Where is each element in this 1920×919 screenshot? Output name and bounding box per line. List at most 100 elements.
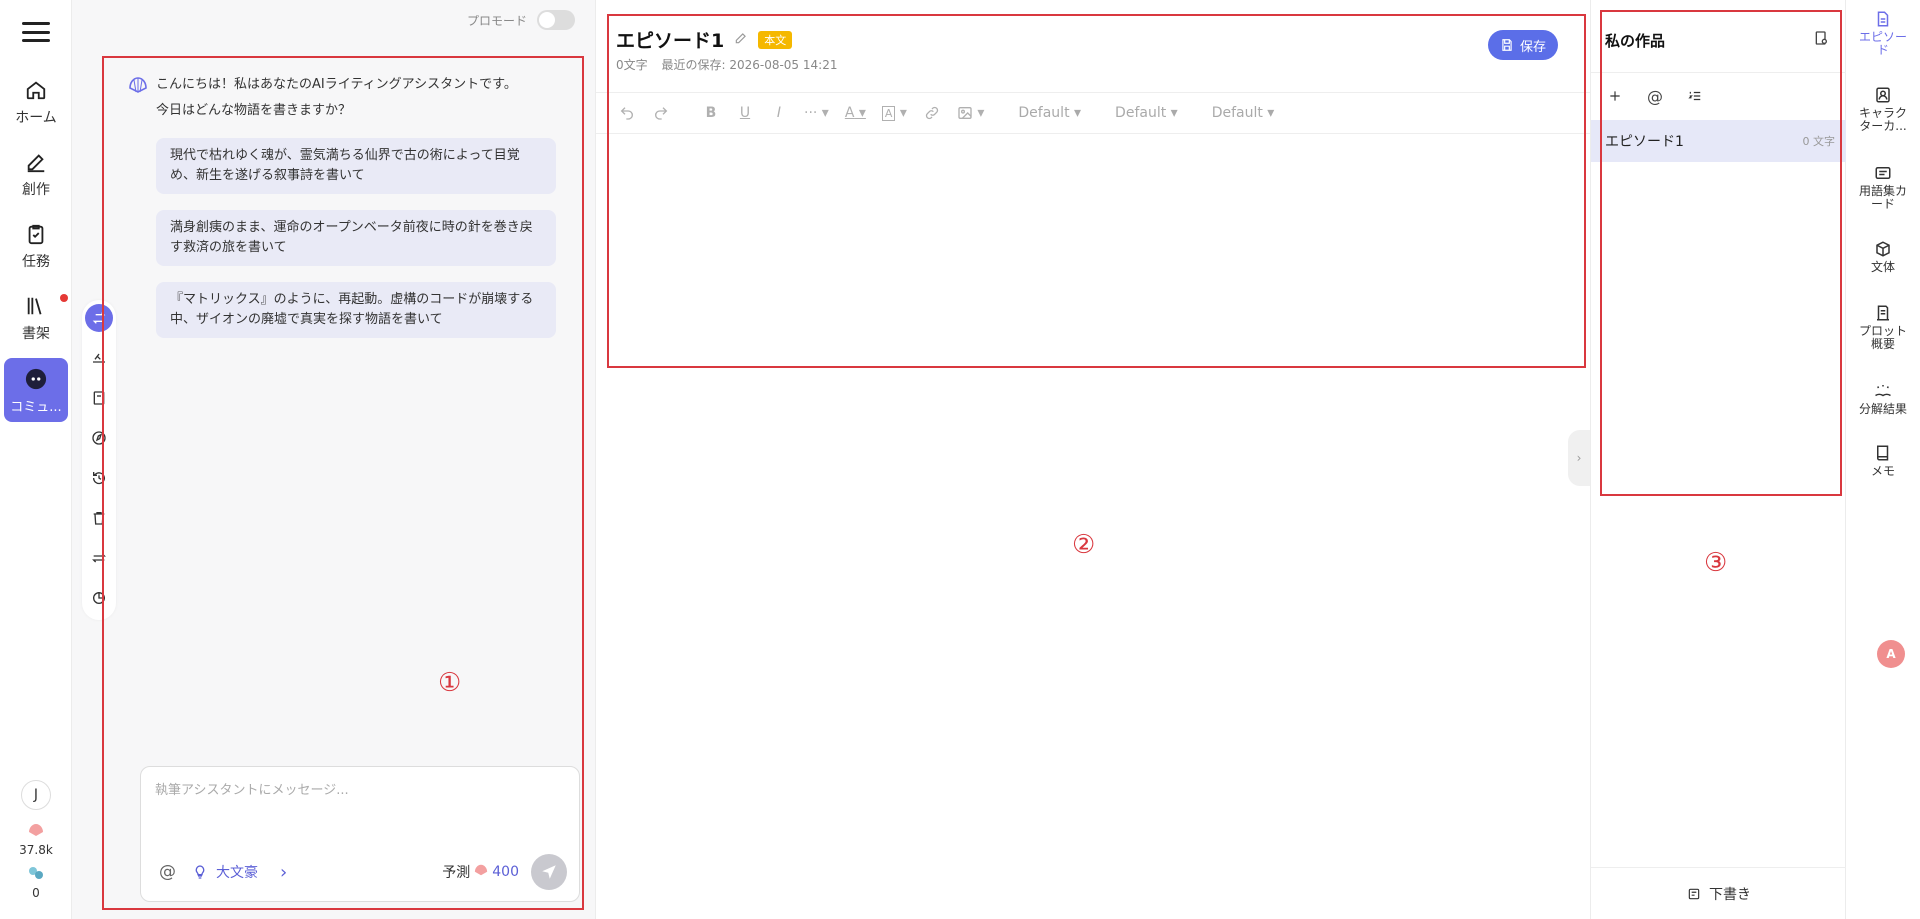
predict-label: 予測	[442, 865, 471, 881]
episode-name: エピソード1	[1605, 134, 1684, 150]
chat-input-box: @ 大文豪 › 予測 400	[140, 766, 580, 902]
image-insert-dropdown[interactable]: ▾	[951, 99, 990, 127]
nav-item-task[interactable]: 任務	[4, 214, 68, 278]
suggestion-card[interactable]: 『マトリックス』のように、再起動。虚構のコードが崩壊する中、ザイオンの廃墟で真実…	[156, 282, 556, 338]
ai-chat-panel: プロモード こんにちは！私はあなたのAIライティングアシスタントです。 今日はど…	[72, 0, 596, 919]
nav-item-community[interactable]: コミュ...	[4, 358, 68, 422]
rail-item-label: エピソード	[1858, 30, 1907, 57]
rail-item-character[interactable]: キャラクターカ...	[1850, 86, 1916, 133]
suggestion-card[interactable]: 満身創痍のまま、運命のオープンベータ前夜に時の針を巻き戻す救済の旅を書いて	[156, 210, 556, 266]
annotation-number-1: ①	[438, 668, 462, 698]
image-icon	[958, 107, 972, 119]
compass-icon[interactable]	[85, 424, 113, 452]
predict-value: 400	[492, 864, 519, 880]
word-count: 0文字	[616, 58, 648, 72]
collapse-panel-handle[interactable]: ›	[1568, 430, 1590, 486]
last-saved: 最近の保存: 2026-08-05 14:21	[661, 58, 838, 72]
notification-dot	[60, 294, 68, 302]
translate-icon[interactable]: A	[1877, 640, 1905, 668]
nav-item-label: ホーム	[15, 110, 57, 126]
link-icon[interactable]	[917, 99, 947, 127]
undo-icon[interactable]	[612, 99, 642, 127]
episode-editor: エピソード1 本文 0文字 最近の保存: 2026-08-05 14:21 保存…	[596, 0, 1590, 919]
pro-mode-toggle[interactable]	[537, 10, 575, 30]
works-title: 私の作品	[1605, 32, 1666, 50]
rowing-icon[interactable]	[85, 344, 113, 372]
glossary-card-icon	[1875, 167, 1891, 179]
annotation-number-2: ②	[1072, 530, 1096, 560]
lightbulb-icon[interactable]	[192, 863, 208, 881]
font-size-select[interactable]: Default ▾	[1109, 99, 1184, 127]
rail-item-label: 文体	[1870, 260, 1895, 274]
annotation-number-3: ③	[1704, 548, 1728, 578]
font-color-dropdown[interactable]: A ▾	[839, 99, 872, 127]
formatting-toolbar: B U I ··· ▾ A ▾ A ▾ ▾ Default ▾ Default …	[596, 92, 1590, 134]
mention-button[interactable]: @	[159, 862, 176, 882]
bold-icon[interactable]: B	[696, 99, 726, 127]
chat-message-input[interactable]	[155, 779, 565, 839]
underline-icon[interactable]: U	[730, 99, 760, 127]
numbered-list-icon[interactable]	[1683, 84, 1707, 108]
rail-item-glossary[interactable]: 用語集カード	[1850, 164, 1916, 211]
book-mark-icon[interactable]	[85, 384, 113, 412]
books-icon	[23, 293, 49, 319]
rail-item-label: 用語集カード	[1858, 184, 1907, 211]
nav-item-label: 任務	[22, 254, 50, 270]
draft-icon	[1688, 888, 1700, 899]
rail-item-episode[interactable]: エピソード	[1850, 10, 1916, 57]
document-settings-icon[interactable]	[1813, 30, 1829, 50]
history-icon[interactable]	[85, 464, 113, 492]
avatar[interactable]: J	[21, 780, 51, 810]
main-text-badge: 本文	[758, 30, 793, 49]
send-icon	[542, 865, 556, 879]
pie-refresh-icon[interactable]	[85, 584, 113, 612]
send-button[interactable]	[531, 854, 567, 890]
home-icon	[23, 77, 49, 103]
edit-title-icon[interactable]	[734, 30, 748, 49]
save-icon	[1502, 39, 1512, 51]
nav-item-shelf[interactable]: 書架	[4, 286, 68, 350]
drafts-button[interactable]: 下書き	[1591, 867, 1847, 919]
highlight-color-dropdown[interactable]: A ▾	[876, 99, 913, 127]
nav-bottom: J 37.8k 0	[0, 780, 72, 900]
plot-summary-icon	[1877, 305, 1889, 321]
nav-item-label: 書架	[22, 326, 50, 342]
line-height-select[interactable]: Default ▾	[1206, 99, 1281, 127]
chevron-right-icon[interactable]: ›	[280, 862, 287, 883]
more-options-dropdown[interactable]: ··· ▾	[798, 99, 835, 127]
episode-list-item[interactable]: エピソード1 0 文字	[1591, 120, 1847, 162]
italic-icon[interactable]: I	[764, 99, 794, 127]
discord-icon	[23, 366, 49, 392]
rail-item-plot[interactable]: プロット概要	[1850, 304, 1916, 351]
swap-arrows-icon[interactable]	[85, 304, 113, 332]
document-icon	[1877, 11, 1889, 27]
coin-cluster-icon	[28, 865, 44, 884]
redo-icon[interactable]	[646, 99, 676, 127]
hamburger-menu-icon[interactable]	[18, 16, 54, 48]
open-book-icon	[1875, 385, 1891, 397]
episode-title[interactable]: エピソード1	[616, 26, 724, 53]
writer-model-selector[interactable]: 大文豪	[216, 862, 258, 882]
rail-item-style[interactable]: 文体	[1850, 240, 1916, 274]
toggle-arrows-icon[interactable]	[85, 544, 113, 572]
rail-item-memo[interactable]: メモ	[1850, 444, 1916, 478]
plus-icon[interactable]	[1603, 84, 1627, 108]
pro-mode-label: プロモード	[466, 13, 527, 28]
rail-item-analysis[interactable]: 分解結果	[1850, 382, 1916, 416]
document-body[interactable]	[612, 140, 1572, 360]
pencil-icon	[23, 149, 49, 175]
nav-item-home[interactable]: ホーム	[4, 70, 68, 134]
my-works-panel: 私の作品 @ エピソード1 0 文字 下書き	[1590, 0, 1847, 919]
at-icon[interactable]: @	[1643, 84, 1667, 108]
drafts-label: 下書き	[1709, 886, 1751, 903]
rail-item-label: 分解結果	[1858, 402, 1907, 416]
clipboard-check-icon	[23, 221, 49, 247]
nav-item-create[interactable]: 創作	[4, 142, 68, 206]
font-family-select[interactable]: Default ▾	[1012, 99, 1087, 127]
suggestion-card[interactable]: 現代で枯れゆく魂が、霊気満ちる仙界で古の術によって目覚め、新生を遂げる叙事詩を書…	[156, 138, 556, 194]
save-button[interactable]: 保存	[1487, 30, 1558, 60]
points-count: 37.8k	[19, 843, 53, 857]
left-nav: ホーム 創作 任務 書架 コミュ... J 37.8k 0	[0, 0, 72, 919]
trash-icon[interactable]	[85, 504, 113, 532]
shell-points-icon	[474, 863, 488, 881]
